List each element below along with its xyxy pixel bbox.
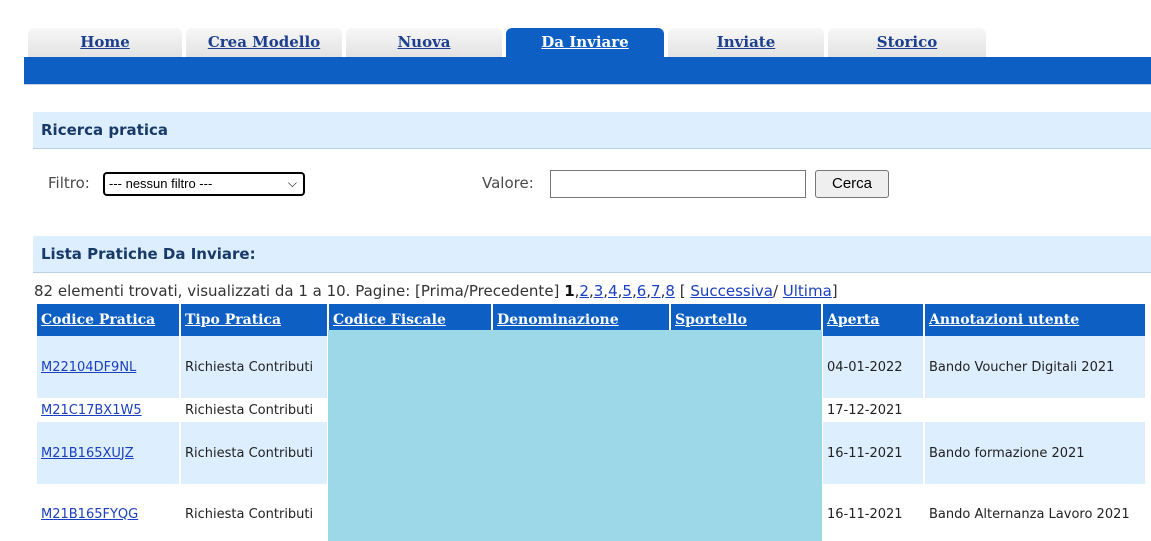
nav-divider xyxy=(24,84,1151,85)
pagination-summary: 82 elementi trovati, visualizzati da 1 a… xyxy=(34,282,560,300)
tab-inviate-link[interactable]: Inviate xyxy=(717,33,776,51)
tab-crea-modello-link[interactable]: Crea Modello xyxy=(208,33,320,51)
page-link-8[interactable]: 8 xyxy=(665,282,675,300)
tab-home-link[interactable]: Home xyxy=(80,33,130,51)
codice-cell: M21B165XUJZ xyxy=(37,422,179,484)
filter-select[interactable]: --- nessun filtro --- ⌵ xyxy=(103,172,305,196)
tab-nuova-link[interactable]: Nuova xyxy=(397,33,450,51)
aperta-cell: 04-01-2022 xyxy=(823,336,923,398)
value-input[interactable] xyxy=(550,170,806,198)
annotazioni-cell: Bando Alternanza Lavoro 2021 xyxy=(925,484,1145,541)
page-link-5[interactable]: 5 xyxy=(622,282,632,300)
filter-label: Filtro: xyxy=(48,174,90,192)
tab-home[interactable]: Home xyxy=(28,28,182,57)
search-button[interactable]: Cerca xyxy=(815,170,889,198)
tab-nuova[interactable]: Nuova xyxy=(346,28,502,57)
tab-storico[interactable]: Storico xyxy=(828,28,986,57)
col-aperta[interactable]: Aperta xyxy=(823,304,923,336)
filter-select-value: --- nessun filtro --- xyxy=(109,176,213,191)
value-label: Valore: xyxy=(482,174,534,192)
search-section-title: Ricerca pratica xyxy=(33,112,1151,149)
main-nav-tabs: Home Crea Modello Nuova Da Inviare Invia… xyxy=(28,28,988,57)
page-link-3[interactable]: 3 xyxy=(594,282,604,300)
current-page: 1 xyxy=(564,282,575,300)
col-annotazioni[interactable]: Annotazioni utente xyxy=(925,304,1145,336)
tipo-cell: Richiesta Contributi xyxy=(181,422,327,484)
tab-crea-modello[interactable]: Crea Modello xyxy=(186,28,342,57)
codice-link[interactable]: M21B165FYQG xyxy=(41,507,138,522)
next-page-link[interactable]: Successiva xyxy=(690,282,773,300)
chevron-down-icon: ⌵ xyxy=(287,176,297,190)
tipo-cell: Richiesta Contributi xyxy=(181,336,327,398)
tab-da-inviare-link[interactable]: Da Inviare xyxy=(541,33,628,51)
tipo-cell: Richiesta Contributi xyxy=(181,484,327,541)
codice-link[interactable]: M21C17BX1W5 xyxy=(41,403,142,418)
codice-cell: M22104DF9NL xyxy=(37,336,179,398)
pagination: 82 elementi trovati, visualizzati da 1 a… xyxy=(34,282,838,300)
last-page-link[interactable]: Ultima xyxy=(783,282,832,300)
aperta-cell: 16-11-2021 xyxy=(823,422,923,484)
tipo-cell: Richiesta Contributi xyxy=(181,398,327,422)
nav-bar xyxy=(24,57,1151,84)
codice-link[interactable]: M21B165XUJZ xyxy=(41,446,134,461)
annotazioni-cell xyxy=(925,398,1145,422)
tab-da-inviare[interactable]: Da Inviare xyxy=(506,28,664,57)
codice-cell: M21C17BX1W5 xyxy=(37,398,179,422)
aperta-cell: 16-11-2021 xyxy=(823,484,923,541)
annotazioni-cell: Bando Voucher Digitali 2021 xyxy=(925,336,1145,398)
col-tipo-pratica[interactable]: Tipo Pratica xyxy=(181,304,327,336)
page-link-7[interactable]: 7 xyxy=(651,282,661,300)
redaction-overlay xyxy=(328,330,822,541)
aperta-cell: 17-12-2021 xyxy=(823,398,923,422)
annotazioni-cell: Bando formazione 2021 xyxy=(925,422,1145,484)
page-link-6[interactable]: 6 xyxy=(637,282,647,300)
page-link-4[interactable]: 4 xyxy=(608,282,618,300)
col-codice-pratica[interactable]: Codice Pratica xyxy=(37,304,179,336)
tab-storico-link[interactable]: Storico xyxy=(877,33,938,51)
list-section-title: Lista Pratiche Da Inviare: xyxy=(33,236,1151,273)
codice-link[interactable]: M22104DF9NL xyxy=(41,360,136,375)
page-link-2[interactable]: 2 xyxy=(579,282,589,300)
codice-cell: M21B165FYQG xyxy=(37,484,179,541)
tab-inviate[interactable]: Inviate xyxy=(668,28,824,57)
